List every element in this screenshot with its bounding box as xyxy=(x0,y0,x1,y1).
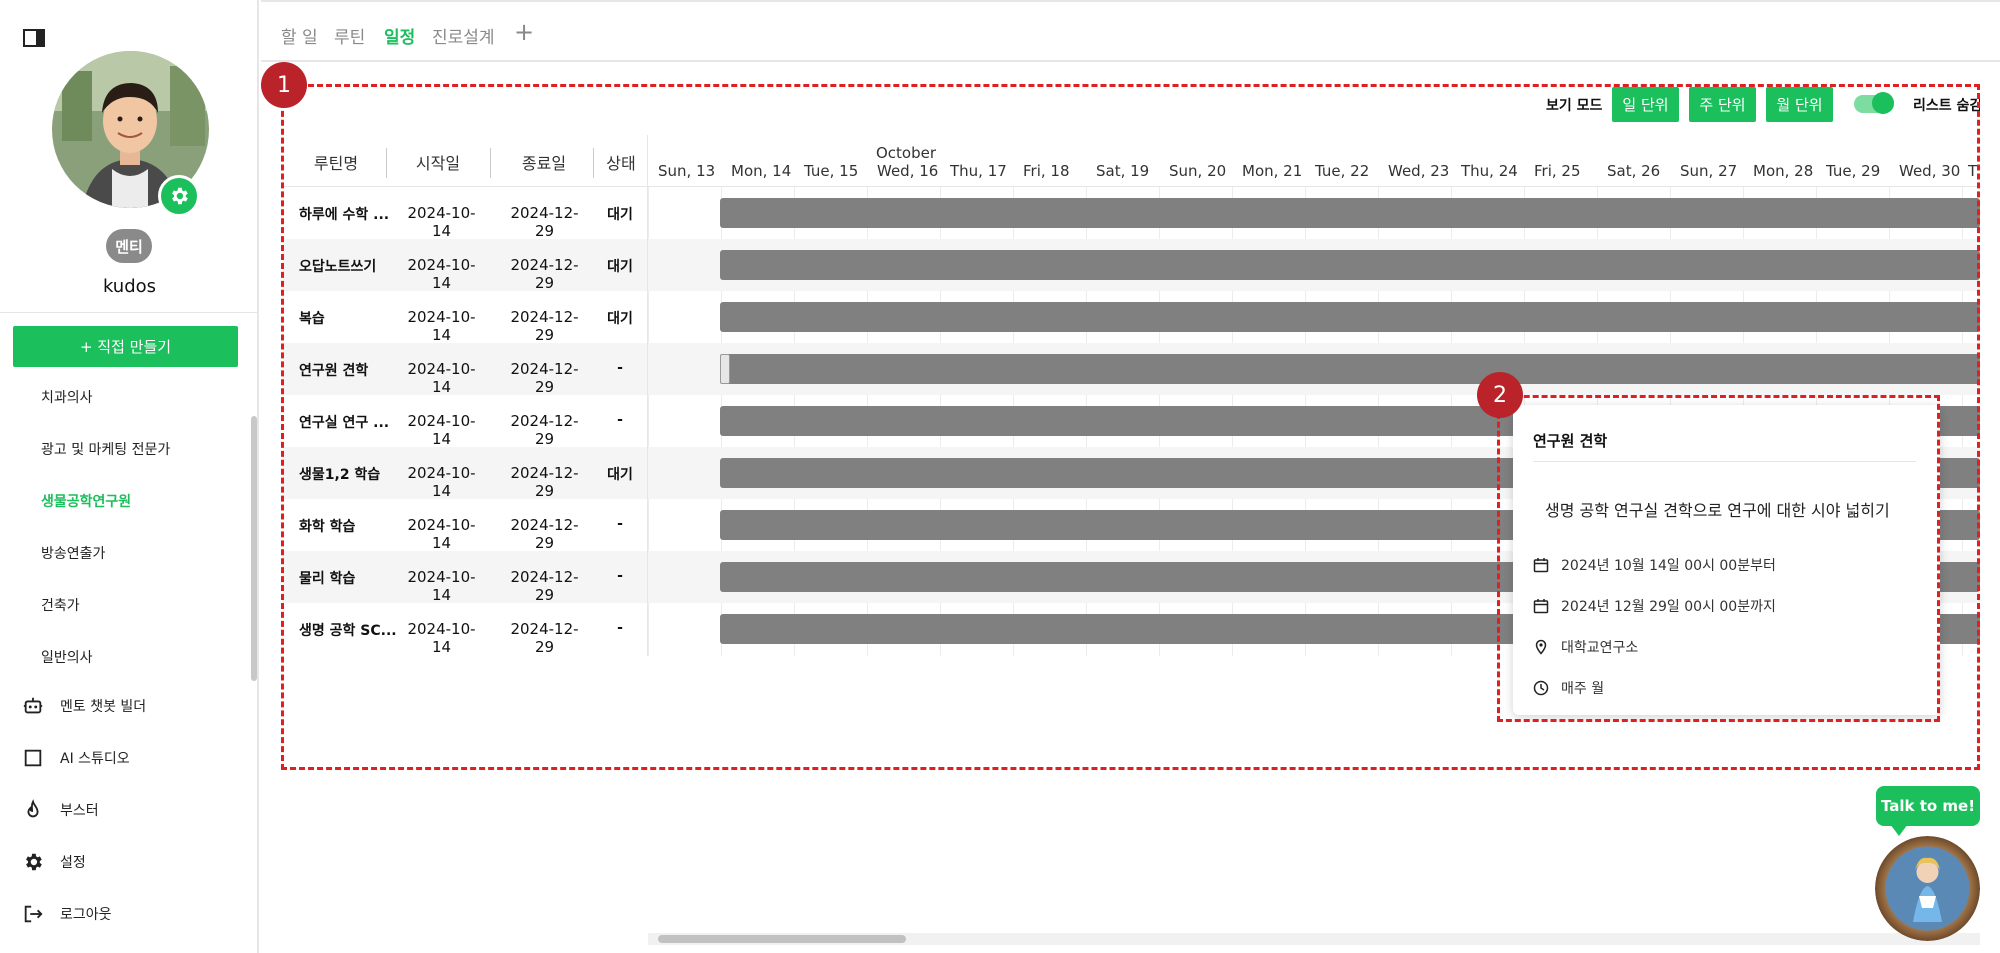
job-item-active[interactable]: 생물공학연구원 xyxy=(41,491,131,511)
job-item[interactable]: 치과의사 xyxy=(41,387,93,407)
tab-todo[interactable]: 할 일 xyxy=(281,23,318,48)
annotation-marker-2: 2 xyxy=(1477,372,1523,418)
username: kudos xyxy=(102,276,157,297)
chatbot-avatar-button[interactable] xyxy=(1875,836,1980,941)
tab-routine[interactable]: 루틴 xyxy=(334,23,365,48)
menu-label: 부스터 xyxy=(60,803,99,819)
bubble-tail xyxy=(1890,824,1908,836)
role-badge: 멘티 xyxy=(106,229,152,263)
gear-icon xyxy=(26,853,42,871)
menu-booster[interactable]: 부스터 xyxy=(22,795,99,825)
menu-logout[interactable]: 로그아웃 xyxy=(22,899,112,929)
job-item[interactable]: 일반의사 xyxy=(41,647,93,667)
robot-icon xyxy=(23,697,43,714)
talk-to-me-bubble[interactable]: Talk to me! xyxy=(1876,786,1980,826)
app-root: 멘티 kudos + 직접 만들기 치과의사 광고 및 마케팅 전문가 생물공학… xyxy=(0,0,2000,953)
profile-settings-button[interactable] xyxy=(158,175,200,217)
gear-icon xyxy=(172,187,188,205)
menu-chatbot-builder[interactable]: 멘토 챗봇 빌더 xyxy=(22,691,146,721)
sidebar-scrollbar[interactable] xyxy=(251,416,257,681)
job-list: 치과의사 광고 및 마케팅 전문가 생물공학연구원 방송연출가 건축가 일반의사 xyxy=(0,367,259,680)
job-item[interactable]: 광고 및 마케팅 전문가 xyxy=(41,439,170,459)
annotation-marker-1: 1 xyxy=(261,62,307,108)
menu-label: 설정 xyxy=(60,855,86,871)
add-tab-button[interactable]: + xyxy=(514,18,534,46)
menu-label: AI 스튜디오 xyxy=(60,751,130,767)
scrollbar-thumb[interactable] xyxy=(658,935,906,943)
flame-icon xyxy=(27,799,39,818)
logout-icon xyxy=(24,905,43,923)
menu-label: 멘토 챗봇 빌더 xyxy=(60,699,147,715)
square-icon xyxy=(24,749,42,767)
menu-settings[interactable]: 설정 xyxy=(22,847,86,877)
sidebar-divider xyxy=(0,312,259,313)
tab-schedule[interactable]: 일정 xyxy=(384,23,415,48)
menu-ai-studio[interactable]: AI 스튜디오 xyxy=(22,743,130,773)
annotation-frame-2 xyxy=(1497,395,1940,722)
sidebar-toggle-icon[interactable] xyxy=(23,29,45,47)
job-item[interactable]: 방송연출가 xyxy=(41,543,105,563)
create-button[interactable]: + 직접 만들기 xyxy=(13,326,238,367)
sidebar: 멘티 kudos + 직접 만들기 치과의사 광고 및 마케팅 전문가 생물공학… xyxy=(0,0,259,953)
tab-bar: 할 일 루틴 일정 진로설계 + xyxy=(261,0,2000,62)
job-item[interactable]: 건축가 xyxy=(41,595,80,615)
tab-career-plan[interactable]: 진로설계 xyxy=(432,23,495,48)
menu-label: 로그아웃 xyxy=(60,907,112,923)
